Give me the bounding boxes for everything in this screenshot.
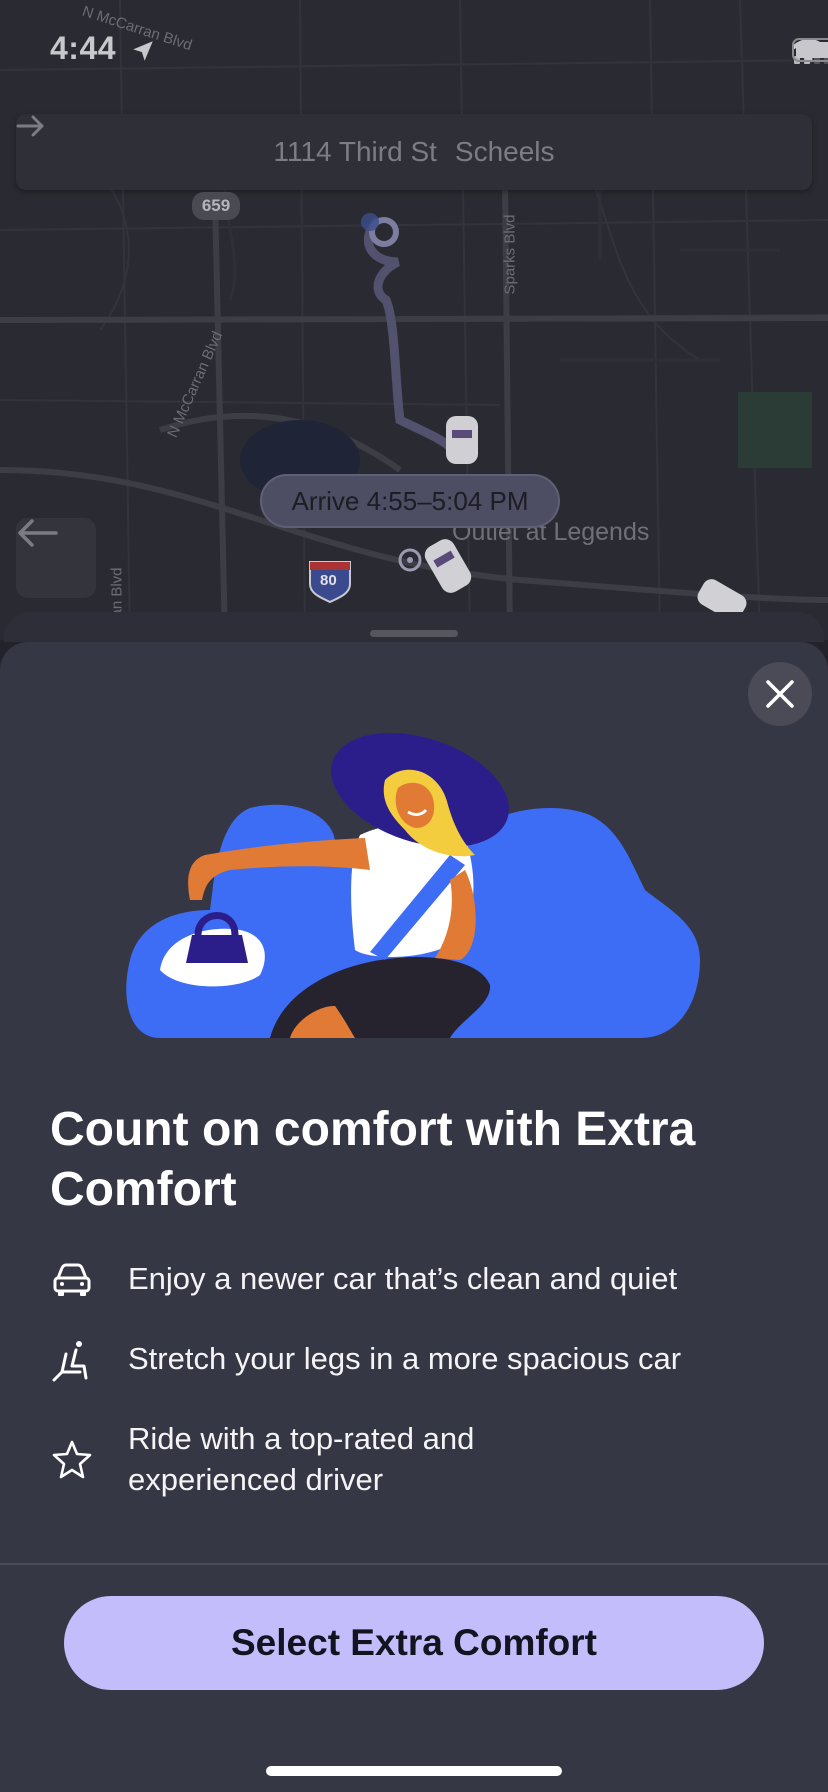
- interstate-shield-label: 80: [320, 572, 337, 589]
- select-extra-comfort-button[interactable]: Select Extra Comfort: [64, 1596, 764, 1690]
- sheet-backdrop: [4, 612, 824, 642]
- comfort-illustration: [126, 732, 700, 1038]
- feature-item-newer-car: Enjoy a newer car that’s clean and quiet: [50, 1258, 790, 1318]
- road-label-sparks: Sparks Blvd: [501, 214, 519, 295]
- car-icon: [53, 1263, 91, 1296]
- route-summary-bar[interactable]: 1114 Third St Scheels: [16, 114, 812, 190]
- close-icon: [766, 680, 794, 708]
- feature-text-spacious: Stretch your legs in a more spacious car: [128, 1341, 682, 1376]
- sheet-headline: Count on comfort with Extra Comfort: [50, 1103, 696, 1216]
- map-view[interactable]: 4:44 N McCarran Blvd N McCarran Blvd Spa…: [0, 0, 828, 640]
- home-indicator: [266, 1766, 562, 1776]
- back-button[interactable]: [16, 518, 96, 598]
- route-origin: 1114 Third St: [273, 136, 437, 167]
- feature-item-spacious: Stretch your legs in a more spacious car: [50, 1338, 790, 1398]
- eta-pill: Arrive 4:55–5:04 PM: [260, 474, 560, 528]
- road-label-bottom: an Blvd: [108, 567, 126, 618]
- feature-text-top-rated: Ride with a top-rated and experienced dr…: [128, 1421, 475, 1497]
- feature-item-top-rated: Ride with a top-rated and experienced dr…: [50, 1418, 790, 1508]
- route-destination: Scheels: [454, 136, 555, 167]
- seat-recline-icon: [52, 1341, 88, 1382]
- arrow-right-icon: [16, 115, 44, 137]
- highway-shield: 659: [192, 192, 240, 220]
- sheet-divider: [0, 1563, 828, 1565]
- battery-icon: [792, 38, 828, 62]
- star-icon: [52, 1440, 92, 1479]
- sheet-grabber[interactable]: [370, 630, 458, 637]
- feature-text-newer-car: Enjoy a newer car that’s clean and quiet: [128, 1261, 678, 1296]
- arrow-left-icon: [18, 519, 58, 547]
- close-button[interactable]: [748, 662, 812, 726]
- status-time: 4:44: [50, 30, 117, 66]
